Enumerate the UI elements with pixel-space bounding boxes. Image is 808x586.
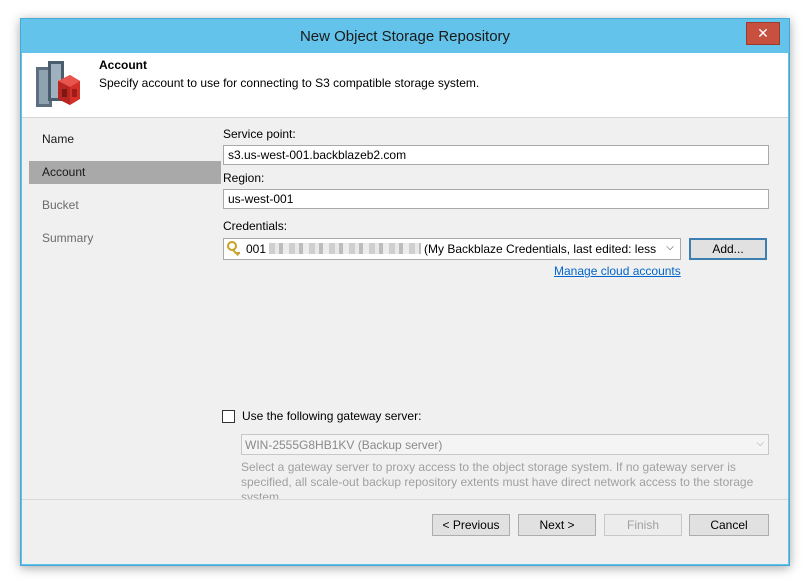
credentials-id-prefix: 001	[246, 242, 267, 256]
credentials-label: Credentials:	[223, 219, 288, 233]
gateway-server-select: WIN-2555G8HB1KV (Backup server) ⌵	[241, 434, 769, 455]
redacted-key	[269, 243, 422, 254]
credentials-select[interactable]: 001 (My Backblaze Credentials, last edite…	[223, 238, 681, 260]
credentials-description: (My Backblaze Credentials, last edited: …	[424, 242, 656, 256]
page-subtitle: Specify account to use for connecting to…	[99, 76, 480, 90]
cancel-button[interactable]: Cancel	[689, 514, 769, 536]
title-bar[interactable]: New Object Storage Repository ✕	[21, 19, 789, 53]
service-point-input[interactable]: s3.us-west-001.backblazeb2.com	[223, 145, 769, 165]
wizard-client-area: Account Specify account to use for conne…	[22, 53, 788, 564]
chevron-down-icon[interactable]: ⌵	[664, 242, 676, 256]
close-button[interactable]: ✕	[746, 22, 780, 45]
gateway-checkbox-label[interactable]: Use the following gateway server:	[242, 409, 421, 423]
wizard-steps: Name Account Bucket Summary	[22, 118, 222, 563]
window-title: New Object Storage Repository	[299, 28, 511, 45]
wizard-header: Account Specify account to use for conne…	[22, 53, 788, 118]
add-credentials-button[interactable]: Add...	[689, 238, 767, 260]
step-account[interactable]: Account	[29, 161, 221, 184]
region-label: Region:	[223, 171, 265, 185]
previous-button[interactable]: < Previous	[432, 514, 510, 536]
region-input[interactable]: us-west-001	[223, 189, 769, 209]
credentials-value: 001 (My Backblaze Credentials, last edite…	[246, 242, 656, 256]
step-summary: Summary	[42, 231, 94, 245]
manage-cloud-accounts-link[interactable]: Manage cloud accounts	[554, 264, 681, 278]
account-form: Service point: s3.us-west-001.backblazeb…	[222, 118, 788, 504]
wizard-footer: < Previous Next > Finish Cancel	[22, 499, 788, 564]
page-title: Account	[99, 58, 147, 72]
close-icon: ✕	[757, 25, 769, 41]
step-name[interactable]: Name	[29, 128, 221, 151]
key-icon	[227, 241, 240, 257]
gateway-server-value: WIN-2555G8HB1KV (Backup server)	[245, 438, 443, 452]
finish-button: Finish	[604, 514, 682, 536]
service-point-label: Service point:	[223, 127, 296, 141]
wizard-window: New Object Storage Repository ✕ Account …	[20, 18, 790, 566]
object-storage-repository-icon	[36, 61, 80, 107]
gateway-checkbox[interactable]	[222, 410, 235, 423]
next-button[interactable]: Next >	[518, 514, 596, 536]
chevron-down-icon: ⌵	[756, 438, 764, 449]
step-bucket: Bucket	[42, 198, 79, 212]
